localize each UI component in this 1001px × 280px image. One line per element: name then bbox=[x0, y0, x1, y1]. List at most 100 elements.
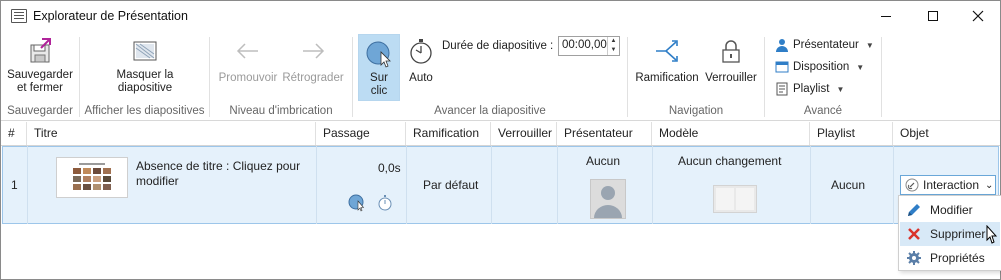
presenter-icon bbox=[776, 39, 788, 52]
show-slides-group-label: Afficher les diapositives bbox=[84, 105, 205, 117]
app-icon bbox=[11, 9, 27, 23]
promote-label: Promouvoir bbox=[218, 72, 278, 84]
row-title[interactable]: Absence de titre : Cliquez pour modifier bbox=[136, 159, 300, 189]
column-header-object[interactable]: Objet bbox=[893, 122, 1000, 145]
table-row[interactable]: 1 Absence de titre : Cliquez pour modifi… bbox=[2, 146, 999, 224]
spin-down-icon[interactable]: ▼ bbox=[608, 46, 619, 55]
demote-button[interactable]: Rétrograder bbox=[280, 37, 346, 85]
pencil-icon bbox=[908, 204, 920, 216]
menu-item-delete-label: Supprimer bbox=[930, 227, 986, 241]
hide-slide-label-1: Masquer la bbox=[116, 69, 174, 81]
presenter-dropdown[interactable]: Présentateur ▼ bbox=[775, 38, 874, 52]
arrow-left-icon bbox=[234, 37, 262, 65]
column-divider bbox=[27, 146, 28, 224]
demote-label: Rétrograder bbox=[282, 72, 344, 84]
spin-up-icon[interactable]: ▲ bbox=[608, 37, 619, 46]
column-divider bbox=[316, 146, 317, 224]
arrow-right-icon bbox=[299, 37, 327, 65]
close-icon bbox=[972, 10, 984, 22]
delete-icon bbox=[908, 228, 920, 240]
row-presenter[interactable]: Aucun bbox=[586, 154, 620, 168]
row-title-line-2: modifier bbox=[136, 174, 179, 188]
advanced-group-label: Avancé bbox=[803, 105, 843, 117]
row-layout[interactable]: Aucun changement bbox=[678, 154, 781, 168]
save-close-label-2: et fermer bbox=[16, 82, 63, 94]
gear-icon bbox=[907, 251, 921, 265]
lock-icon bbox=[717, 37, 745, 65]
auto-button[interactable]: Auto bbox=[403, 37, 439, 85]
column-header-layout[interactable]: Modèle bbox=[652, 122, 810, 145]
playlist-label: Playlist bbox=[793, 83, 830, 95]
auto-label: Auto bbox=[409, 72, 433, 84]
presenter-label: Présentateur bbox=[793, 39, 859, 51]
hide-slide-button[interactable]: Masquer la diapositive bbox=[102, 37, 188, 95]
on-click-label-1: Sur bbox=[370, 72, 388, 84]
mouse-pointer-icon bbox=[986, 225, 998, 244]
interaction-label: Interaction bbox=[923, 178, 980, 192]
column-divider bbox=[652, 146, 653, 224]
navigation-group-label: Navigation bbox=[668, 105, 724, 117]
nesting-group-label: Niveau d'imbrication bbox=[229, 105, 333, 117]
row-passage-time: 0,0s bbox=[378, 161, 401, 175]
menu-item-edit-label: Modifier bbox=[930, 203, 973, 217]
advance-group-label: Avancer la diapositive bbox=[434, 105, 546, 117]
column-header-lock[interactable]: Verrouiller bbox=[491, 122, 557, 145]
lock-button[interactable]: Verrouiller bbox=[702, 37, 760, 85]
layout-dropdown[interactable]: Disposition ▼ bbox=[775, 60, 864, 74]
hide-slide-icon bbox=[131, 37, 159, 65]
window-title: Explorateur de Présentation bbox=[33, 9, 188, 23]
column-divider bbox=[893, 146, 894, 224]
chevron-down-icon: ▼ bbox=[865, 40, 874, 50]
column-divider bbox=[491, 146, 492, 224]
show-slides-group: Masquer la diapositive Afficher les diap… bbox=[80, 31, 209, 121]
chevron-down-icon: ▼ bbox=[836, 84, 845, 94]
save-close-icon bbox=[26, 37, 54, 65]
column-header-index[interactable]: # bbox=[1, 122, 27, 145]
layout-preview-icon[interactable] bbox=[713, 185, 757, 213]
duration-label: Durée de diapositive : bbox=[442, 40, 554, 52]
column-header-branching[interactable]: Ramification bbox=[406, 122, 491, 145]
save-close-label-1: Sauvegarder bbox=[7, 69, 73, 81]
interaction-dropdown[interactable]: Interaction ⌄ bbox=[900, 175, 996, 195]
row-playlist[interactable]: Aucun bbox=[831, 178, 865, 192]
branching-button[interactable]: Ramification bbox=[634, 37, 700, 85]
playlist-dropdown[interactable]: Playlist ▼ bbox=[775, 82, 844, 96]
column-header-playlist[interactable]: Playlist bbox=[810, 122, 893, 145]
row-branching[interactable]: Par défaut bbox=[423, 178, 478, 192]
close-button[interactable] bbox=[955, 1, 1001, 31]
stopwatch-icon bbox=[407, 37, 435, 65]
column-header-presenter[interactable]: Présentateur bbox=[557, 122, 652, 145]
presenter-avatar-icon[interactable] bbox=[590, 179, 626, 219]
menu-item-edit[interactable]: Modifier bbox=[900, 198, 1000, 222]
ribbon: Sauvegarder et fermer Sauvegarder Masque… bbox=[1, 31, 1000, 121]
promote-button[interactable]: Promouvoir bbox=[216, 37, 280, 85]
maximize-button[interactable] bbox=[910, 1, 956, 31]
playlist-icon bbox=[776, 82, 788, 96]
column-header-title[interactable]: Titre bbox=[27, 122, 316, 145]
save-close-button[interactable]: Sauvegarder et fermer bbox=[5, 37, 75, 95]
slide-thumbnail[interactable] bbox=[56, 157, 128, 198]
minimize-icon bbox=[881, 15, 891, 17]
title-bar: Explorateur de Présentation bbox=[1, 1, 1000, 31]
row-index: 1 bbox=[11, 178, 18, 192]
chevron-down-icon: ⌄ bbox=[985, 179, 994, 191]
save-group: Sauvegarder et fermer Sauvegarder bbox=[1, 31, 79, 121]
on-click-icon[interactable] bbox=[348, 194, 366, 215]
navigation-group: Ramification Verrouiller Navigation bbox=[628, 31, 764, 121]
nesting-group: Promouvoir Rétrograder Niveau d'imbricat… bbox=[210, 31, 352, 121]
advanced-group: Présentateur ▼ Disposition ▼ Playlist ▼ Ava… bbox=[765, 31, 881, 121]
on-click-button[interactable]: Sur clic bbox=[358, 34, 400, 101]
row-title-line-1: Absence de titre : Cliquez pour bbox=[136, 159, 301, 173]
stopwatch-icon[interactable] bbox=[377, 194, 393, 215]
minimize-button[interactable] bbox=[863, 1, 909, 31]
lock-label: Verrouiller bbox=[705, 72, 757, 84]
menu-item-properties[interactable]: Propriétés bbox=[900, 246, 1000, 270]
duration-spinner[interactable]: ▲ ▼ bbox=[607, 37, 619, 55]
save-group-label: Sauvegarder bbox=[7, 105, 73, 117]
column-divider bbox=[557, 146, 558, 224]
column-divider bbox=[810, 146, 811, 224]
maximize-icon bbox=[928, 11, 938, 21]
column-header-passage[interactable]: Passage bbox=[316, 122, 406, 145]
menu-item-delete[interactable]: Supprimer bbox=[900, 222, 1000, 246]
branching-label: Ramification bbox=[635, 72, 699, 84]
